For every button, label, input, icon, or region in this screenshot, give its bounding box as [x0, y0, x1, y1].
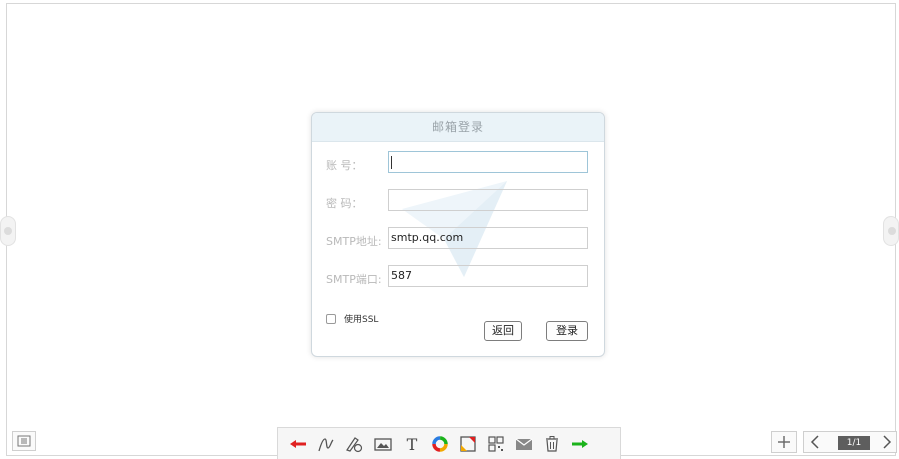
- email-login-dialog: 邮箱登录 账 号： 密 码： SMTP地址: smtp.qq.com SMTP端…: [311, 112, 605, 357]
- redo-arrow-icon[interactable]: [570, 434, 590, 454]
- shape-icon[interactable]: [458, 434, 478, 454]
- trash-icon[interactable]: [542, 434, 562, 454]
- smtp-port-value: 587: [391, 269, 412, 282]
- color-wheel-icon[interactable]: [430, 434, 450, 454]
- mail-icon[interactable]: [514, 434, 534, 454]
- text-caret: [391, 156, 392, 169]
- smtp-host-value: smtp.qq.com: [391, 231, 464, 244]
- chevron-right-icon[interactable]: [880, 434, 894, 450]
- text-icon[interactable]: T: [402, 434, 422, 454]
- pen-eraser-icon[interactable]: [344, 434, 364, 454]
- list-icon: [17, 435, 31, 447]
- undo-arrow-icon[interactable]: [288, 434, 308, 454]
- qr-code-icon[interactable]: [486, 434, 506, 454]
- image-icon[interactable]: [373, 434, 393, 454]
- page-indicator[interactable]: 1/1: [838, 436, 870, 450]
- dialog-title: 邮箱登录: [312, 113, 604, 142]
- password-label: 密 码：: [326, 197, 363, 210]
- smtp-host-input[interactable]: smtp.qq.com: [388, 227, 588, 249]
- ssl-label[interactable]: 使用SSL: [344, 312, 378, 325]
- chevron-left-icon[interactable]: [808, 434, 822, 450]
- pen-icon[interactable]: [316, 434, 336, 454]
- bottom-toolbar: T: [277, 427, 621, 459]
- back-button[interactable]: 返回: [484, 321, 522, 341]
- dot-icon: [4, 227, 12, 235]
- password-input[interactable]: [388, 189, 588, 211]
- smtp-port-input[interactable]: 587: [388, 265, 588, 287]
- plus-icon: [778, 436, 790, 448]
- svg-text:T: T: [407, 435, 418, 454]
- left-edge-handle[interactable]: [0, 216, 16, 246]
- menu-button[interactable]: [12, 431, 36, 451]
- smtp-host-label: SMTP地址:: [326, 235, 382, 248]
- page-navigator: [771, 431, 897, 453]
- smtp-port-label: SMTP端口:: [326, 273, 382, 286]
- right-edge-handle[interactable]: [883, 216, 899, 246]
- dot-icon: [888, 227, 896, 235]
- account-input[interactable]: [388, 151, 588, 173]
- add-page-button[interactable]: [771, 431, 797, 453]
- login-button[interactable]: 登录: [546, 321, 588, 341]
- ssl-checkbox[interactable]: [326, 314, 336, 324]
- account-label: 账 号：: [326, 159, 363, 172]
